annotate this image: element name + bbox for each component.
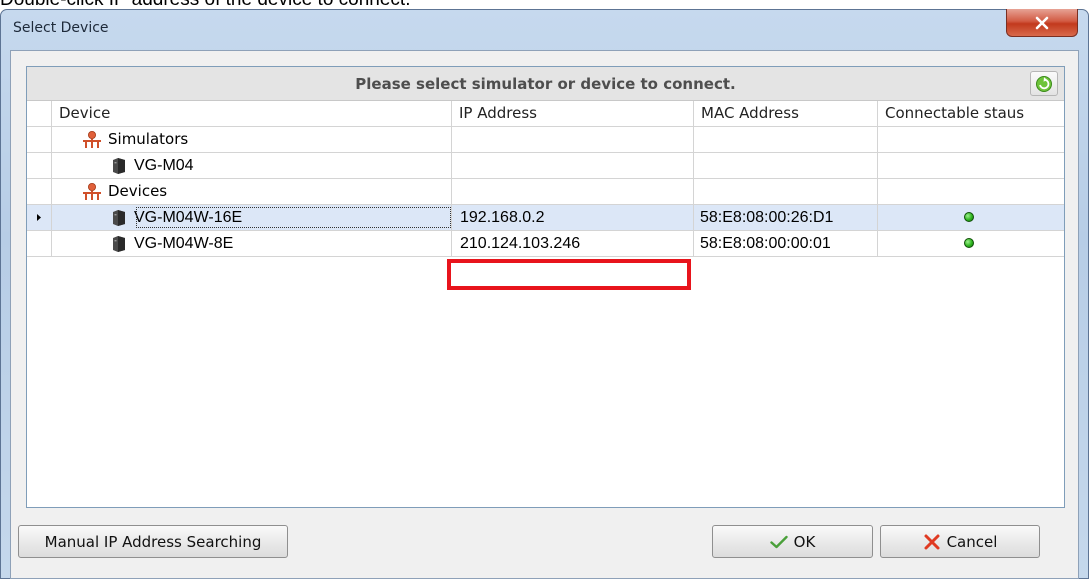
column-header-device[interactable]: Device <box>52 101 452 126</box>
dialog-client-area: Please select simulator or device to con… <box>10 50 1079 579</box>
ip-address-highlight-box <box>447 259 691 290</box>
status-cell <box>878 231 1064 256</box>
group-label-devices: Devices <box>108 182 168 200</box>
grid-caption-text: Please select simulator or device to con… <box>355 75 736 93</box>
column-header-mac[interactable]: MAC Address <box>694 101 878 126</box>
connectable-status-icon <box>964 238 974 248</box>
row-indicator <box>27 205 52 230</box>
device-grid: Please select simulator or device to con… <box>26 66 1065 508</box>
ok-button[interactable]: OK <box>712 525 873 558</box>
tree-row-devices[interactable]: Devices <box>27 179 1064 205</box>
ip-cell[interactable]: 192.168.0.2 <box>452 205 694 230</box>
grid-header: Device IP Address MAC Address Connectabl… <box>27 101 1064 127</box>
device-row-vg-m04w-16e[interactable]: VG-M04W-16E 192.168.0.2 58:E8:08:00:26:D… <box>27 205 1064 231</box>
device-icon <box>113 235 125 252</box>
mac-cell: 58:E8:08:00:26:D1 <box>694 205 878 230</box>
close-icon <box>1035 16 1049 29</box>
row-indicator-header <box>27 101 52 126</box>
device-name: VG-M04 <box>134 157 194 174</box>
column-header-status[interactable]: Connectable staus <box>878 101 1064 126</box>
device-row-vg-m04[interactable]: VG-M04 <box>27 153 1064 179</box>
connectable-status-icon <box>964 212 974 222</box>
status-cell <box>878 205 1064 230</box>
window-title: Select Device <box>13 20 109 36</box>
manual-ip-search-label: Manual IP Address Searching <box>44 532 262 551</box>
network-group-icon <box>83 182 101 200</box>
cancel-button[interactable]: Cancel <box>880 525 1040 558</box>
mac-cell: 58:E8:08:00:00:01 <box>694 231 878 256</box>
title-bar[interactable]: Select Device <box>1 9 1088 50</box>
cancel-label: Cancel <box>946 532 998 551</box>
device-name: VG-M04W-8E <box>134 235 234 252</box>
tree-row-simulators[interactable]: Simulators <box>27 127 1064 153</box>
manual-ip-search-button[interactable]: Manual IP Address Searching <box>18 525 288 558</box>
network-group-icon <box>83 130 101 148</box>
focus-rectangle <box>136 207 451 228</box>
column-header-ip[interactable]: IP Address <box>452 101 694 126</box>
grid-caption: Please select simulator or device to con… <box>27 67 1064 101</box>
refresh-icon <box>1036 75 1052 92</box>
checkmark-icon <box>769 535 788 549</box>
refresh-button[interactable] <box>1030 71 1058 96</box>
device-row-vg-m04w-8e[interactable]: VG-M04W-8E 210.124.103.246 58:E8:08:00:0… <box>27 231 1064 257</box>
ip-cell[interactable]: 210.124.103.246 <box>452 231 694 256</box>
device-icon <box>113 157 125 174</box>
device-icon <box>113 209 125 226</box>
ok-label: OK <box>793 532 816 551</box>
group-label-simulators: Simulators <box>108 130 189 148</box>
x-icon <box>923 533 941 551</box>
close-button[interactable] <box>1006 9 1078 37</box>
current-row-arrow-icon <box>37 214 41 221</box>
select-device-dialog: Select Device Please select simulator or… <box>0 9 1089 579</box>
